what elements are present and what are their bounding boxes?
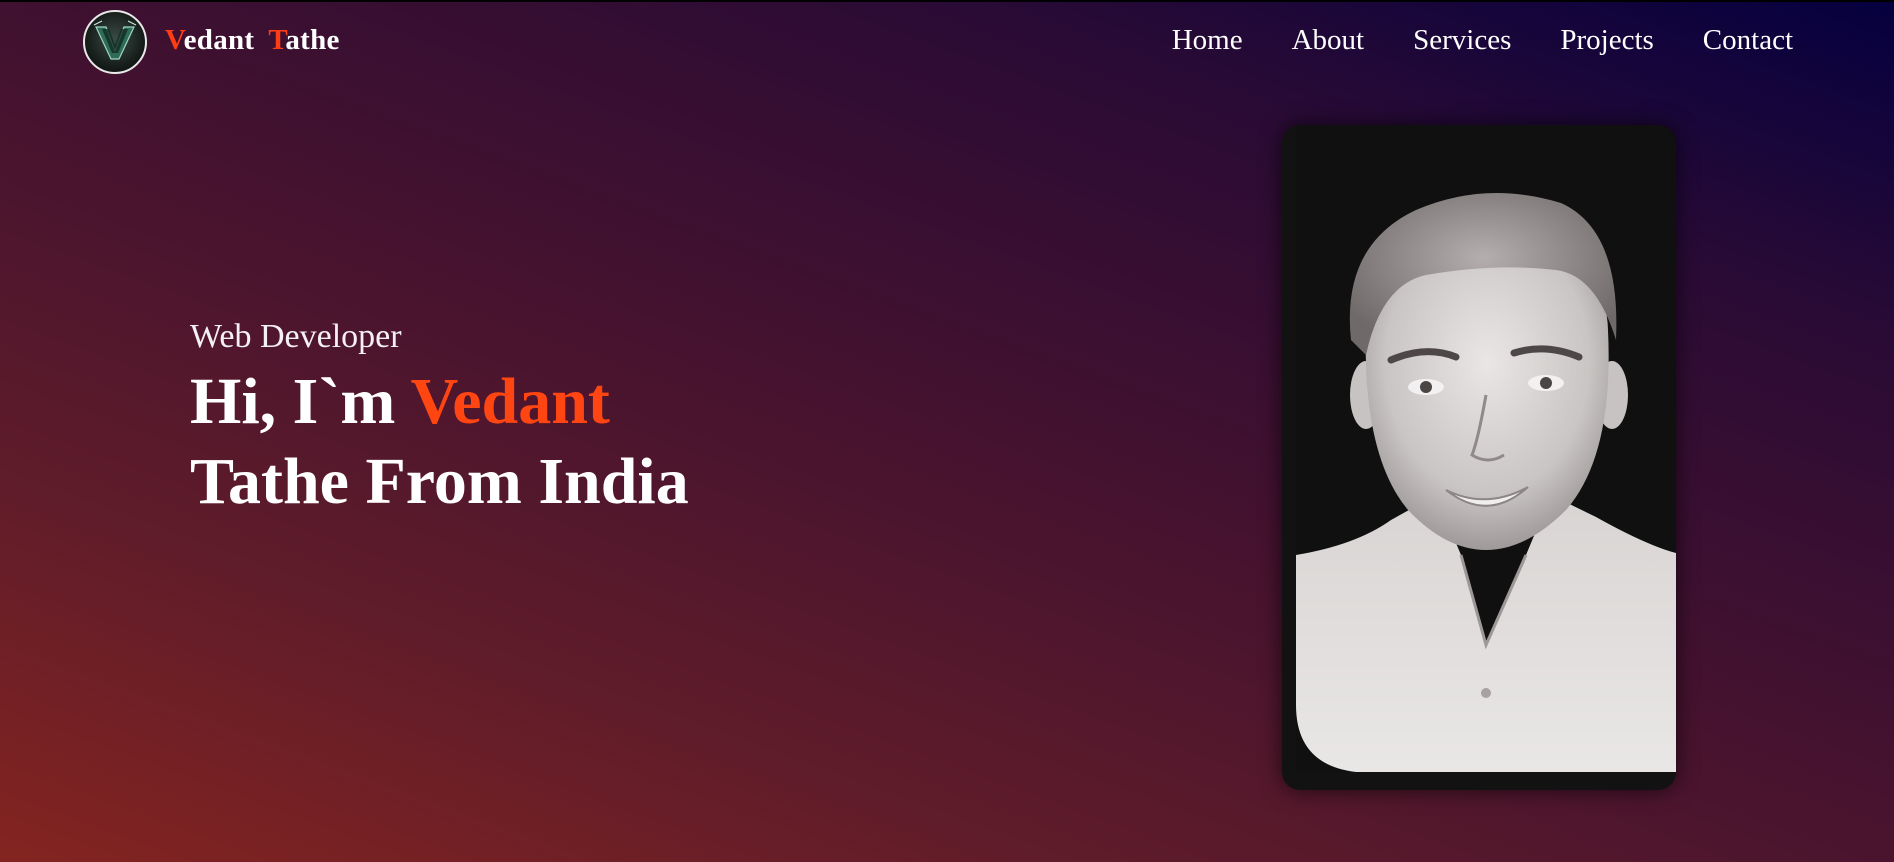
- v-monogram-icon: [93, 20, 137, 60]
- brand-last-rest: athe: [285, 24, 340, 56]
- brand-name[interactable]: Vedant Tathe: [165, 24, 340, 57]
- nav-home[interactable]: Home: [1172, 24, 1243, 57]
- top-border: [0, 0, 1894, 2]
- portrait-card: [1282, 125, 1676, 790]
- nav-services[interactable]: Services: [1413, 24, 1511, 57]
- hero-headline: Hi, I`m Vedant Tathe From India: [190, 362, 689, 522]
- brand-first-rest: edant: [183, 24, 255, 56]
- logo-icon[interactable]: [83, 10, 147, 74]
- portrait-illustration: [1296, 193, 1676, 772]
- hero-greeting: Hi, I`m: [190, 365, 411, 438]
- brand-last-initial: T: [268, 24, 286, 56]
- hero-name-highlight: Vedant: [410, 365, 610, 438]
- hero-role: Web Developer: [190, 318, 402, 355]
- nav-about[interactable]: About: [1292, 24, 1365, 57]
- nav-projects[interactable]: Projects: [1560, 24, 1653, 57]
- main-nav: Home About Services Projects Contact: [1172, 24, 1793, 57]
- brand-first-initial: V: [165, 24, 184, 56]
- nav-contact[interactable]: Contact: [1703, 24, 1793, 57]
- hero-line2: Tathe From India: [190, 445, 689, 518]
- profile-photo: [1296, 125, 1676, 772]
